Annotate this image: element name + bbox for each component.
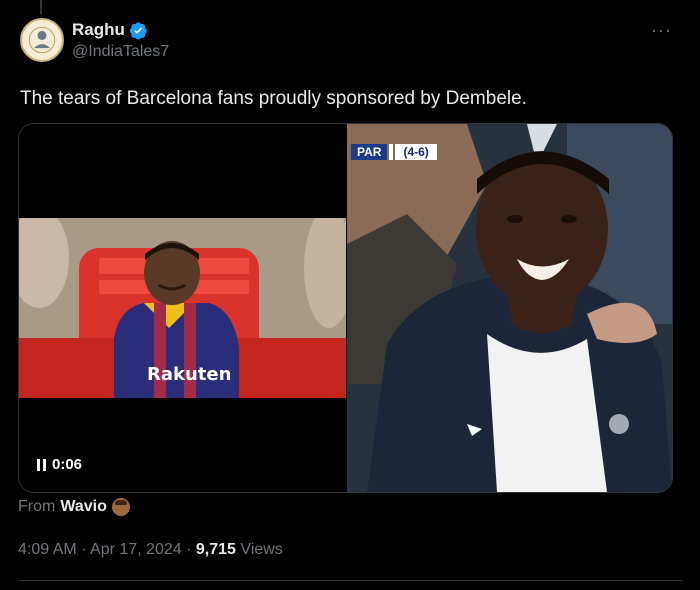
author-display-name[interactable]: Raghu (72, 20, 125, 40)
score-bug: PAR (4-6) (351, 144, 437, 160)
jersey-sponsor-text: Rakuten (147, 364, 231, 385)
source-prefix: From (18, 498, 56, 515)
tweet-video[interactable]: Rakuten 0:06 PAR (4-6) (18, 123, 673, 493)
score-separator (389, 144, 394, 160)
smiling-player-image (347, 124, 672, 492)
source-attribution: From Wavio (18, 498, 130, 516)
author-handle[interactable]: @IndiaTales7 (72, 43, 169, 61)
divider (18, 580, 682, 581)
tweet-date[interactable]: Apr 17, 2024 (90, 541, 182, 558)
video-left-panel: Rakuten 0:06 (19, 124, 346, 492)
score-value: (4-6) (395, 144, 437, 160)
views-count: 9,715 (195, 541, 236, 558)
source-emoji-icon (111, 498, 130, 516)
tweet-time[interactable]: 4:09 AM (18, 541, 77, 558)
tweet-text: The tears of Barcelona fans proudly spon… (20, 88, 527, 109)
tweet-meta: 4:09 AM · Apr 17, 2024 · 9,715 Views (18, 541, 283, 559)
thread-connector (40, 0, 42, 14)
pause-icon[interactable] (37, 458, 46, 471)
india-tales-logo-icon (23, 21, 61, 59)
crying-kid-image: Rakuten (19, 218, 346, 398)
meta-separator: · (76, 541, 91, 558)
source-name[interactable]: Wavio (60, 498, 107, 516)
verified-badge-icon (129, 21, 147, 39)
video-right-panel: PAR (4-6) (347, 124, 672, 492)
author-avatar[interactable] (20, 18, 64, 62)
video-timestamp: 0:06 (52, 456, 83, 473)
more-options-icon[interactable]: ··· (651, 20, 672, 41)
meta-separator: · (181, 541, 196, 558)
views-label: Views (235, 541, 283, 558)
video-playback-control[interactable]: 0:06 (37, 456, 82, 473)
score-team: PAR (351, 144, 388, 160)
